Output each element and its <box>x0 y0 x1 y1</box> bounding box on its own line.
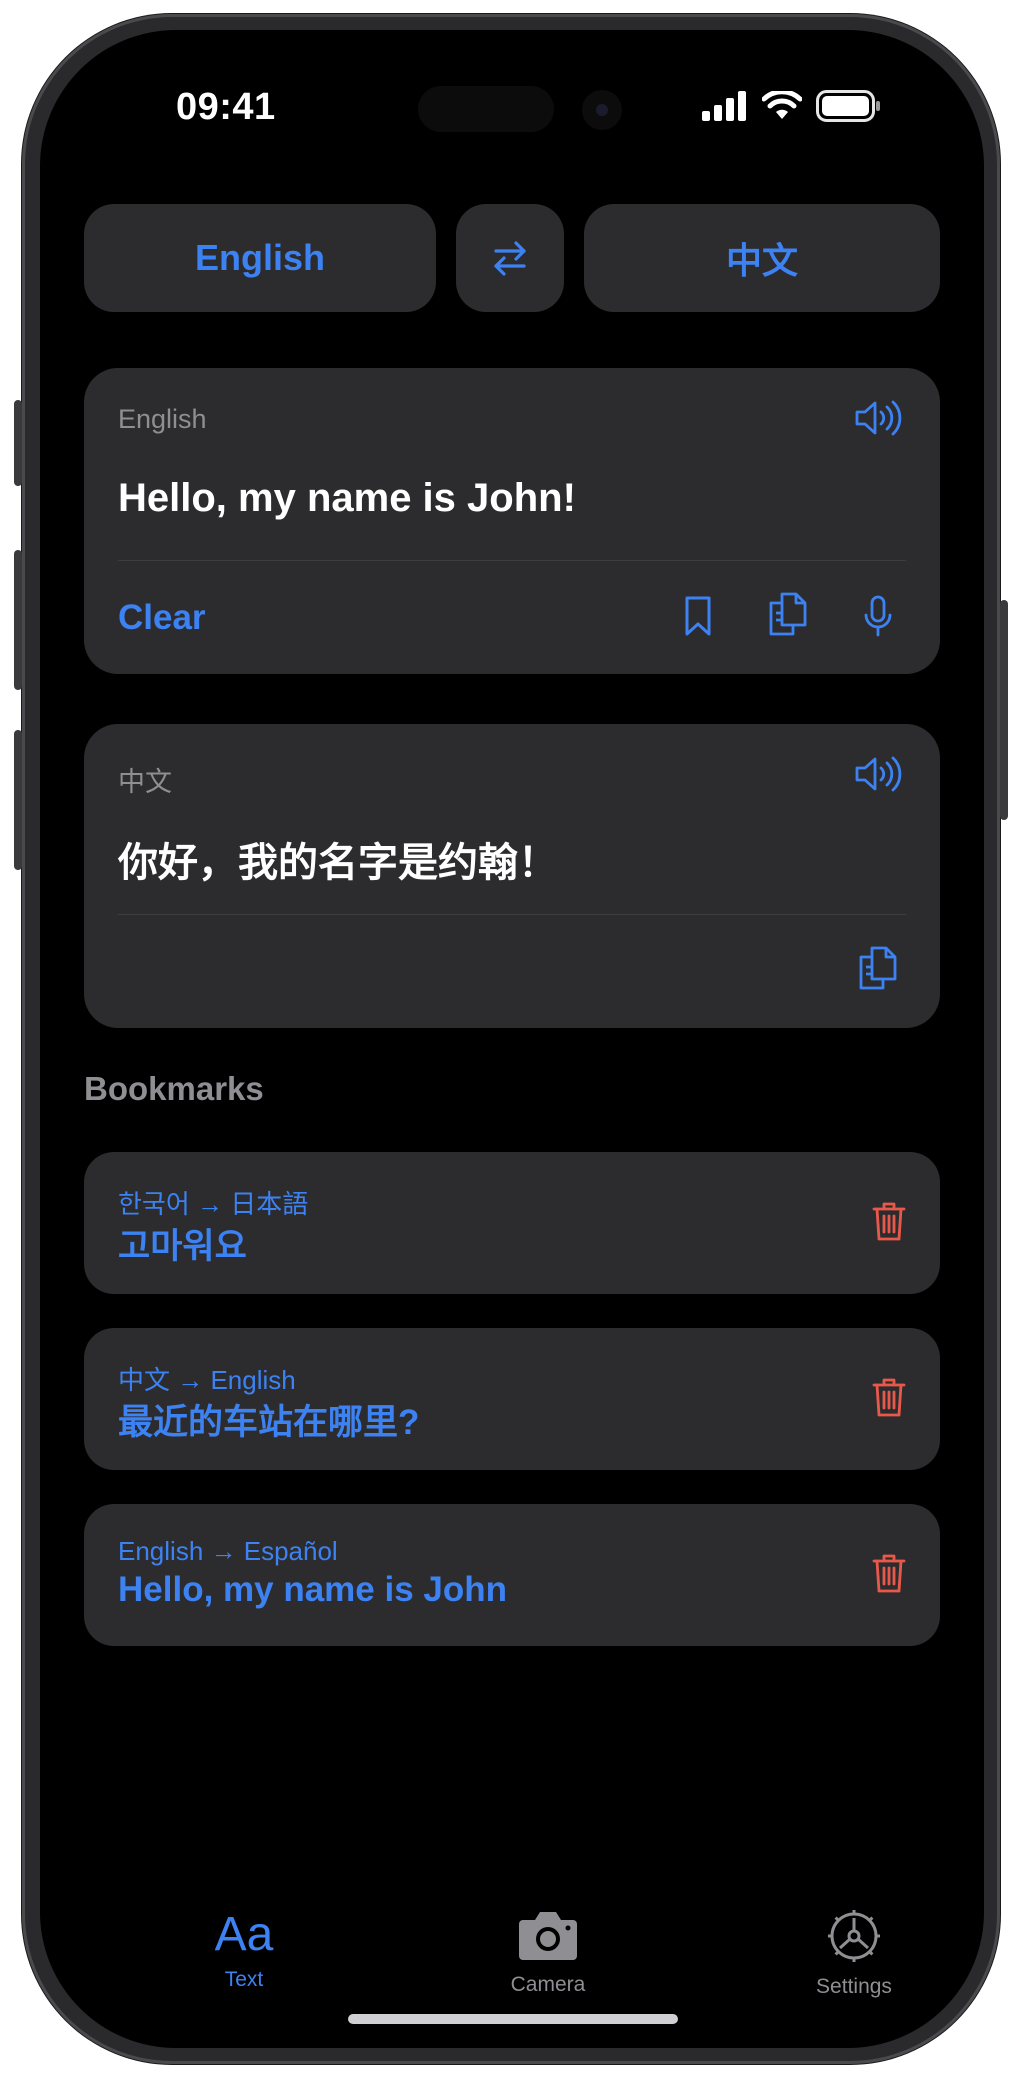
speaker-icon <box>855 400 902 436</box>
trash-icon <box>872 1554 906 1593</box>
tab-text-label: Text <box>224 1968 264 1991</box>
microphone-icon <box>864 595 892 637</box>
copy-input-button[interactable] <box>764 588 812 640</box>
input-card: English Hello, my name is John! Clear <box>84 368 940 674</box>
bookmark-button[interactable] <box>674 590 722 642</box>
delete-bookmark-button[interactable] <box>872 1552 906 1599</box>
speak-output-button[interactable] <box>854 754 904 799</box>
front-camera <box>582 90 622 130</box>
output-card: 中文 你好，我的名字是约翰！ <box>84 724 940 1028</box>
trash-icon <box>872 1378 906 1417</box>
bookmark-language-pair: 한국어 → 日本語 <box>118 1189 309 1219</box>
text-icon: Aa <box>214 1908 274 1961</box>
bookmark-item[interactable]: 中文 → English 最近的车站在哪里? <box>84 1328 940 1470</box>
status-bar: 09:41 <box>40 30 984 150</box>
volume-up-button <box>14 550 22 690</box>
status-time: 09:41 <box>176 86 276 128</box>
battery-icon <box>816 90 880 122</box>
swap-languages-button[interactable] <box>456 204 564 312</box>
output-text: 你好，我的名字是约翰！ <box>118 841 558 885</box>
source-language-label: English <box>194 237 325 278</box>
bookmark-phrase: 고마워요 <box>118 1227 247 1266</box>
tab-text[interactable]: Aa Text <box>174 1908 314 1992</box>
dynamic-island <box>418 86 554 132</box>
home-indicator[interactable] <box>348 2014 678 2024</box>
input-text[interactable]: Hello, my name is John! <box>118 476 576 521</box>
power-button <box>1000 600 1008 820</box>
tab-settings-label: Settings <box>816 1975 892 1998</box>
bookmark-phrase: 最近的车站在哪里? <box>118 1403 420 1442</box>
output-divider <box>118 914 906 915</box>
bookmark-phrase: Hello, my name is John <box>118 1570 507 1609</box>
bookmark-language-pair: 中文 → English <box>118 1365 296 1395</box>
bookmark-item[interactable]: English → Español Hello, my name is John <box>84 1504 940 1646</box>
tab-camera[interactable]: Camera <box>478 1908 618 1997</box>
tab-camera-label: Camera <box>510 1973 586 1996</box>
delete-bookmark-button[interactable] <box>872 1200 906 1247</box>
bookmark-language-pair: English → Español <box>118 1536 338 1566</box>
bookmark-item[interactable]: 한국어 → 日本語 고마워요 <box>84 1152 940 1294</box>
wifi-icon <box>762 91 802 119</box>
source-language-button[interactable]: English <box>84 204 436 312</box>
delete-bookmark-button[interactable] <box>872 1376 906 1423</box>
bookmarks-title: Bookmarks <box>84 1070 264 1107</box>
copy-icon <box>769 592 807 636</box>
action-button <box>14 400 22 486</box>
speak-input-button[interactable] <box>854 398 904 443</box>
gear-icon <box>828 1910 880 1962</box>
volume-down-button <box>14 730 22 870</box>
swap-arrows-icon <box>494 241 526 276</box>
output-language-label: 中文 <box>118 767 172 797</box>
tab-bar: Aa Text Camera Settings <box>40 1880 984 2000</box>
tab-settings[interactable]: Settings <box>784 1908 924 1999</box>
screen: 09:41 English 中文 English Hello, my name … <box>40 30 984 2048</box>
status-icons <box>702 90 882 122</box>
clear-button[interactable]: Clear <box>118 598 206 638</box>
target-language-button[interactable]: 中文 <box>584 204 940 312</box>
input-language-label: English <box>118 404 207 434</box>
copy-output-button[interactable] <box>854 942 902 994</box>
bookmark-icon <box>685 596 711 636</box>
speaker-icon <box>855 756 902 792</box>
target-language-label: 中文 <box>725 240 798 281</box>
input-divider <box>118 560 906 561</box>
copy-icon <box>859 946 897 990</box>
cellular-signal-icon <box>702 91 746 121</box>
microphone-button[interactable] <box>854 590 902 642</box>
trash-icon <box>872 1202 906 1241</box>
camera-icon <box>519 1912 577 1960</box>
